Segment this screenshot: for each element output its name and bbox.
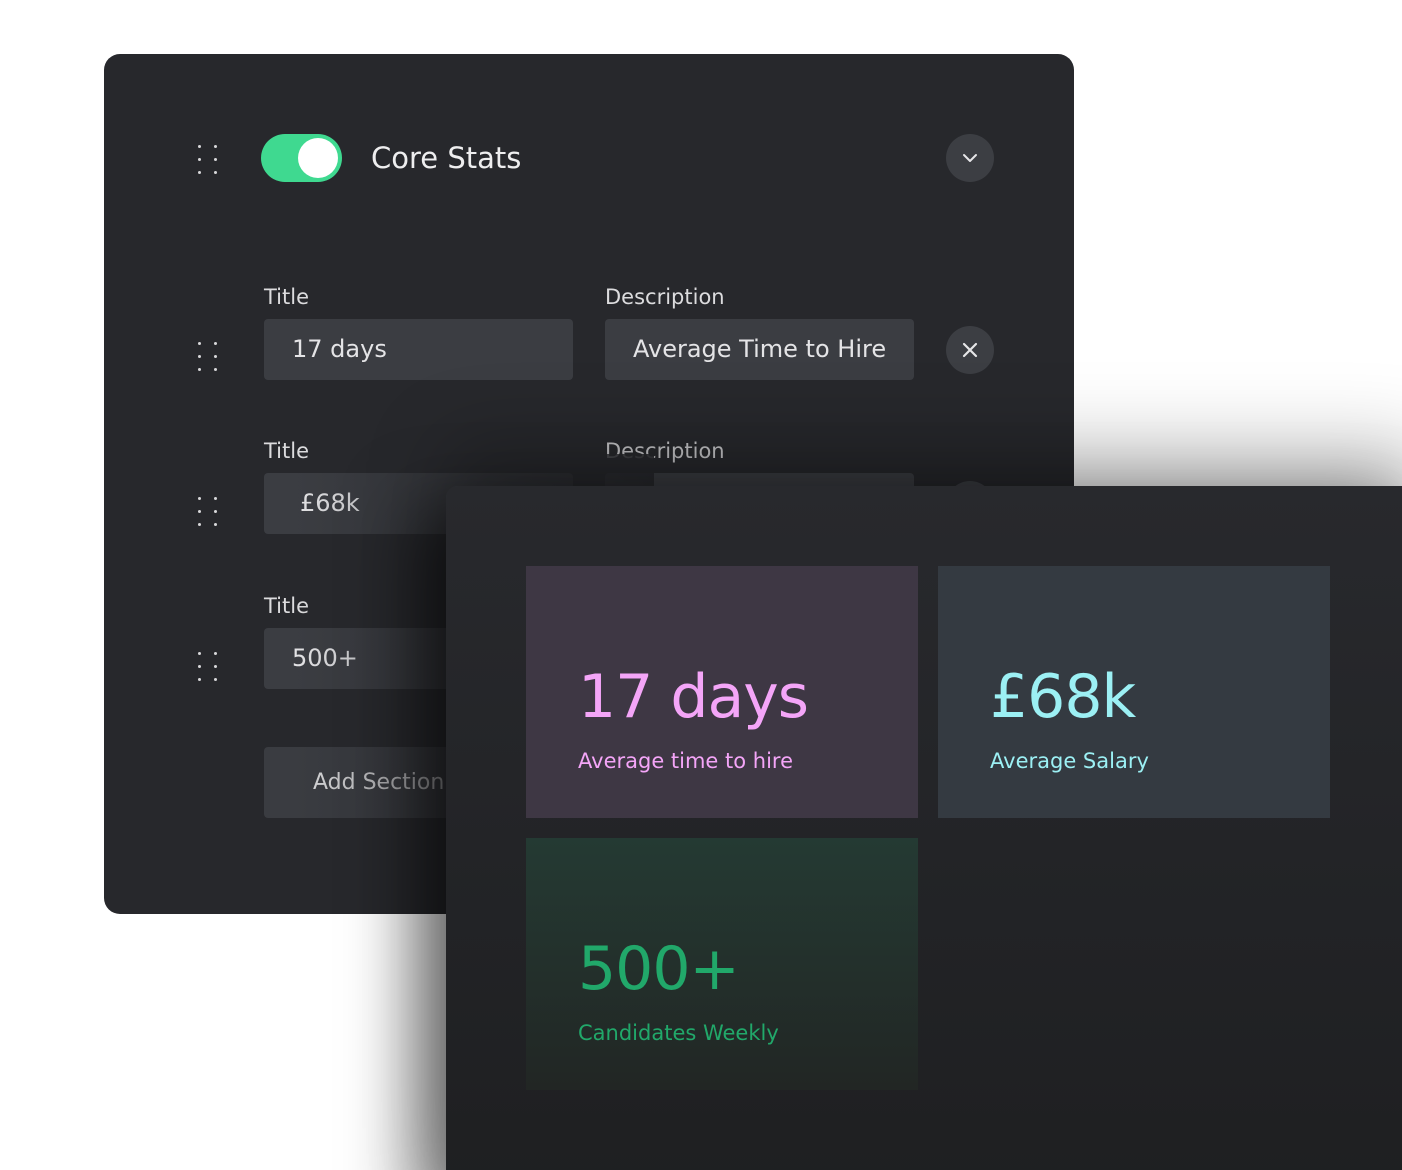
chevron-down-icon (963, 154, 977, 162)
row-1-drag-handle-icon[interactable] (196, 340, 220, 374)
row-2-drag-handle-icon[interactable] (196, 495, 220, 529)
stat-value: 500+ (578, 934, 740, 1004)
row-1-title-label: Title (264, 285, 310, 309)
stat-value: £68k (990, 662, 1136, 732)
section-title: Core Stats (371, 141, 522, 175)
row-1-title-input[interactable]: 17 days (264, 319, 573, 380)
collapse-section-button[interactable] (946, 134, 994, 182)
stat-caption: Candidates Weekly (578, 1021, 779, 1045)
toggle-knob (298, 138, 338, 178)
stat-card-candidates-weekly: 500+ Candidates Weekly (526, 838, 918, 1090)
stat-caption: Average Salary (990, 749, 1149, 773)
row-3-title-label: Title (264, 594, 310, 618)
stat-card-average-salary: £68k Average Salary (938, 566, 1330, 818)
stats-preview-panel: 17 days Average time to hire £68k Averag… (446, 486, 1402, 1170)
row-1-remove-button[interactable] (946, 326, 994, 374)
stat-caption: Average time to hire (578, 749, 794, 773)
row-3-drag-handle-icon[interactable] (196, 650, 220, 684)
row-1-description-label: Description (605, 285, 725, 309)
row-2-title-label: Title (264, 439, 310, 463)
stat-card-time-to-hire: 17 days Average time to hire (526, 566, 918, 818)
close-icon (962, 342, 978, 358)
row-2-description-label: Description (605, 439, 725, 463)
section-enabled-toggle[interactable] (261, 134, 342, 182)
stat-value: 17 days (578, 662, 809, 732)
section-drag-handle-icon[interactable] (196, 143, 220, 177)
row-1-description-input[interactable]: Average Time to Hire (605, 319, 914, 380)
